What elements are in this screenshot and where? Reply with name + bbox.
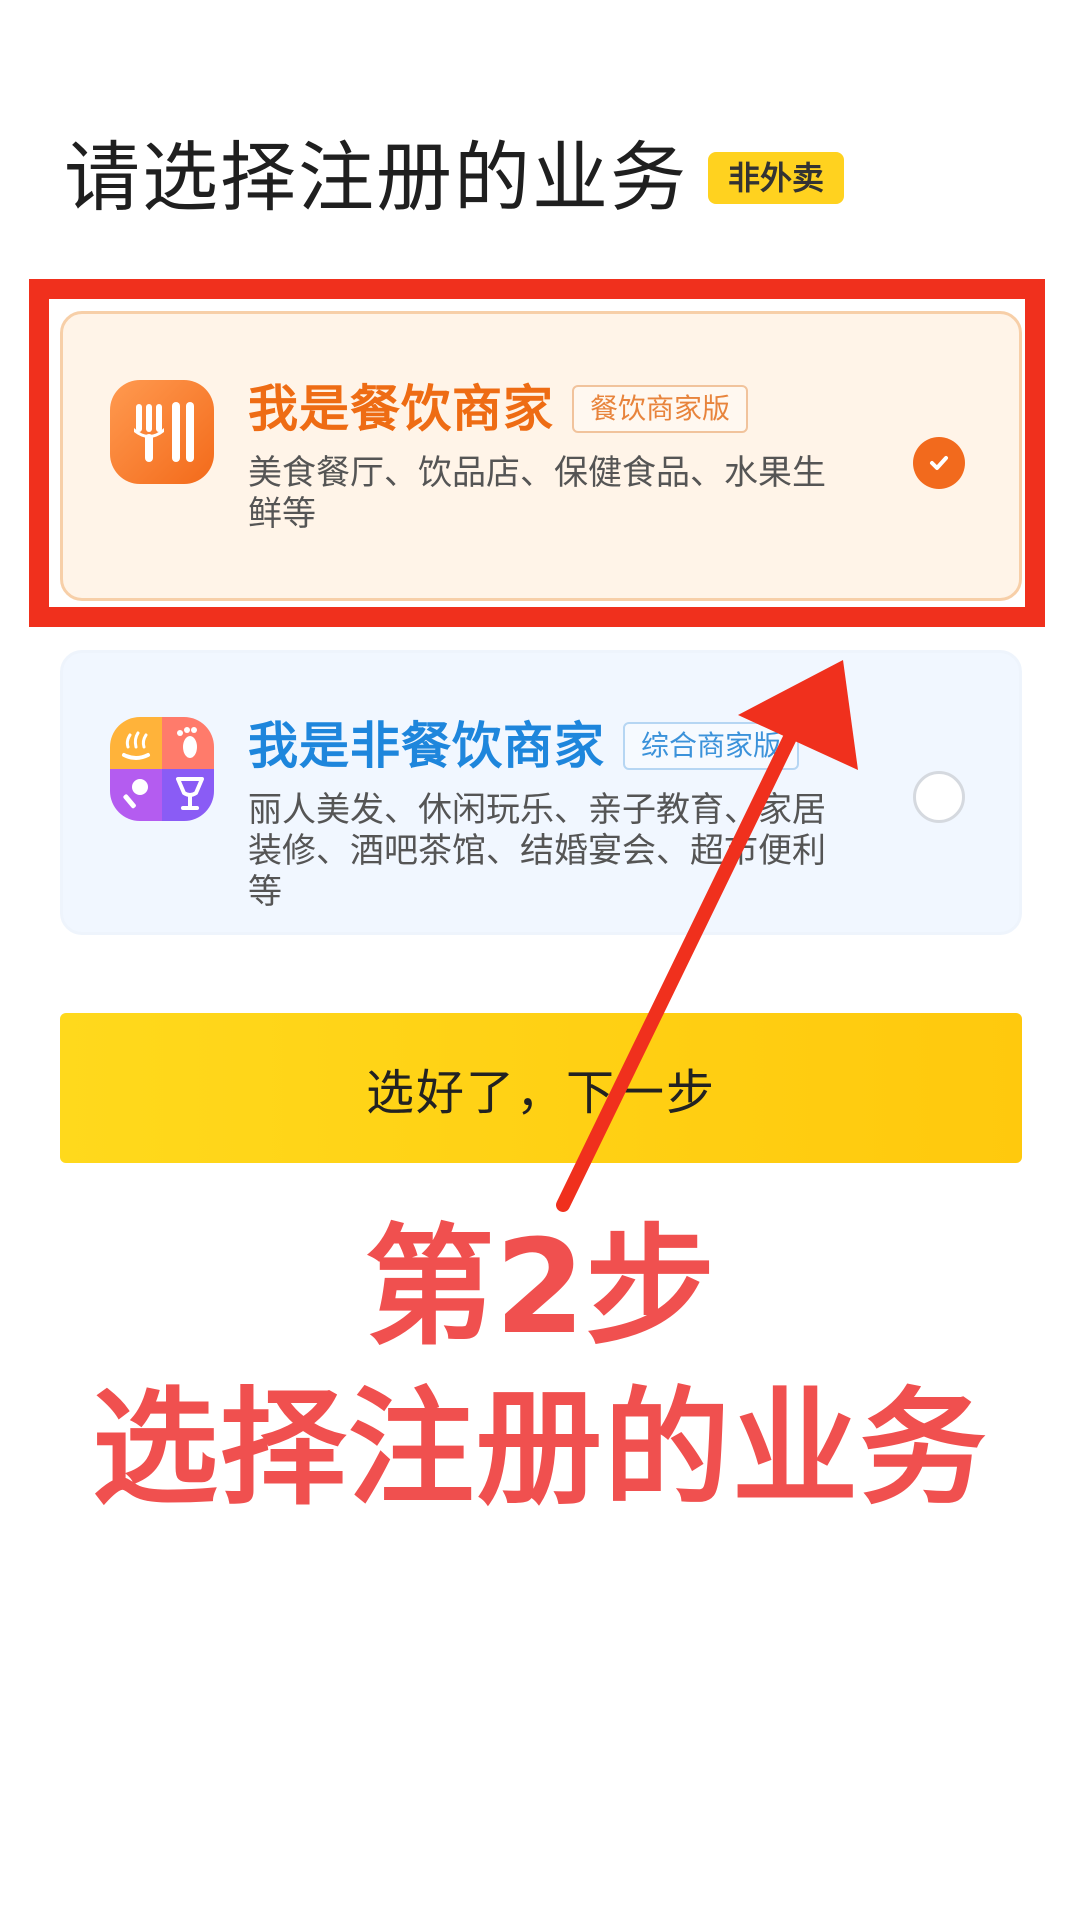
- annotation-step-label: 第2步: [364, 1211, 716, 1363]
- nonfood-card-heading: 我是非餐饮商家 综合商家版: [248, 717, 800, 775]
- nonfood-merchant-badge: 综合商家版: [623, 722, 800, 770]
- non-takeaway-tag: 非外卖: [708, 152, 845, 204]
- multi-category-icon: [110, 717, 214, 821]
- page-title: 请选择注册的业务: [64, 133, 688, 222]
- next-step-button[interactable]: 选好了，下一步: [60, 1013, 1022, 1163]
- option-card-nonfood-merchant[interactable]: 我是非餐饮商家 综合商家版 丽人美发、休闲玩乐、亲子教育、家居装修、酒吧茶馆、结…: [60, 650, 1022, 935]
- nonfood-merchant-radio-unchecked[interactable]: [913, 771, 965, 823]
- title-row: 请选择注册的业务 非外卖: [64, 128, 845, 228]
- annotation-highlight-box: [29, 279, 1045, 627]
- nonfood-merchant-description: 丽人美发、休闲玩乐、亲子教育、家居装修、酒吧茶馆、结婚宴会、超市便利等: [248, 790, 826, 912]
- annotation-caption: 选择注册的业务: [92, 1375, 988, 1522]
- nonfood-merchant-title: 我是非餐饮商家: [248, 717, 605, 775]
